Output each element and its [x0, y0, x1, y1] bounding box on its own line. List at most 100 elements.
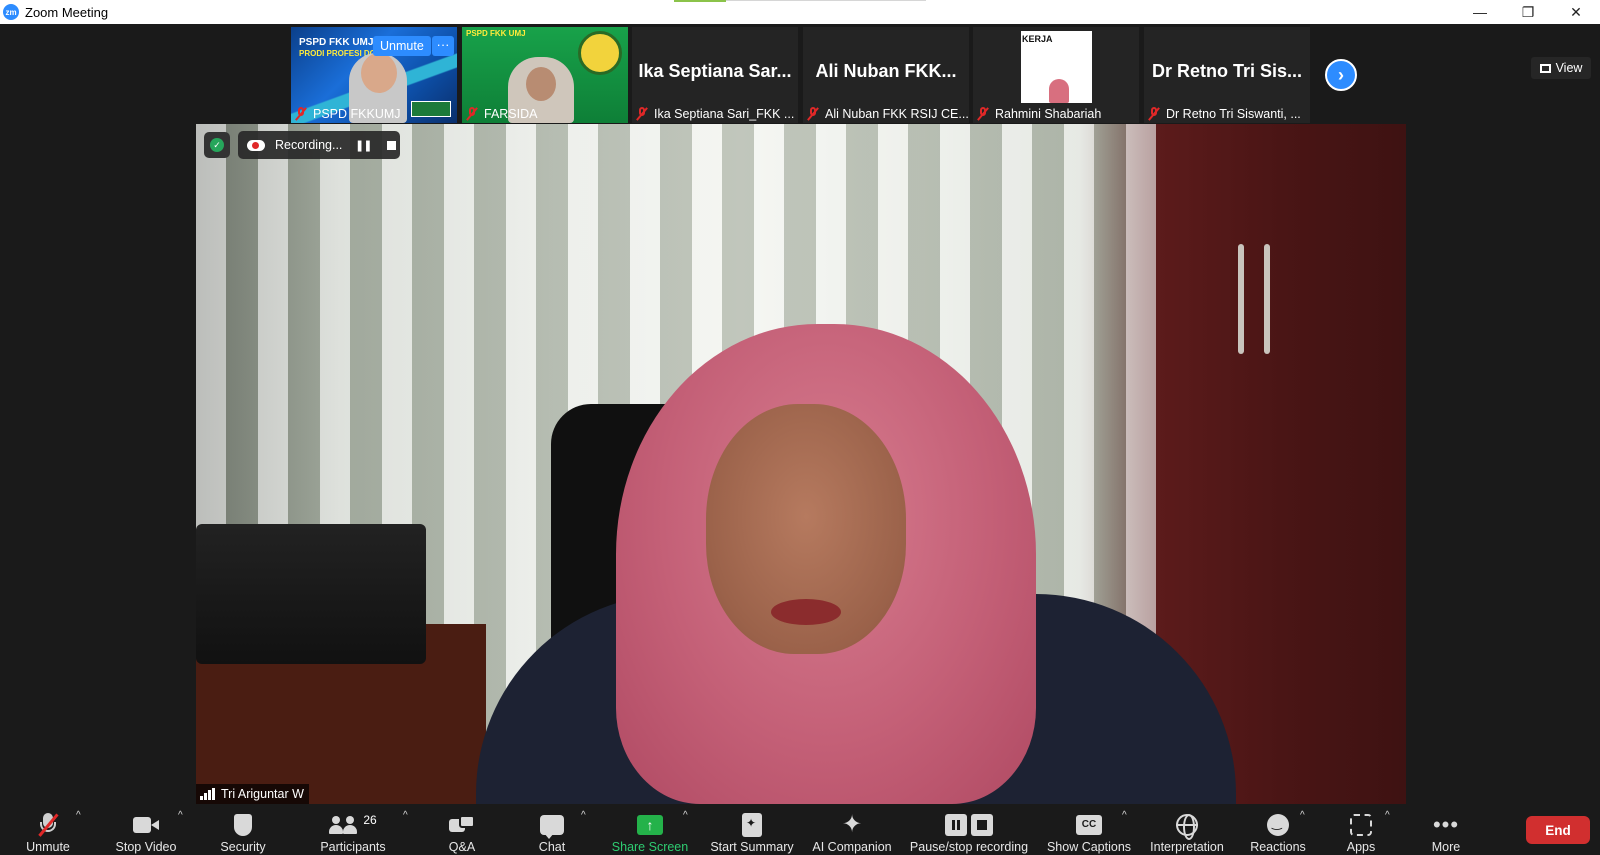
zoom-logo-icon: zm: [3, 4, 19, 20]
captions-options-caret[interactable]: ^: [1122, 810, 1127, 821]
cloud-recording-icon: [247, 139, 265, 151]
participant-nameplate: Rahmini Shabariah: [977, 107, 1101, 121]
speaker-nameplate: Tri Ariguntar W: [196, 784, 309, 804]
title-accent: [674, 0, 726, 2]
start-summary-button[interactable]: Start Summary: [708, 806, 796, 854]
participant-big-name: Dr Retno Tri Sis...: [1151, 61, 1303, 81]
participant-name: Ika Septiana Sari_FKK ...: [654, 107, 795, 121]
more-button[interactable]: ••• More: [1428, 806, 1464, 855]
more-dots-icon: •••: [1432, 812, 1460, 837]
mic-muted-icon: [295, 107, 307, 121]
summary-icon: [742, 813, 762, 837]
security-shield-icon[interactable]: ✓: [204, 132, 230, 158]
participant-tile[interactable]: Ali Nuban FKK... Ali Nuban FKK RSIJ CE..…: [803, 27, 969, 123]
recording-label: Recording...: [275, 138, 343, 152]
globe-icon: [1176, 814, 1198, 840]
pause-recording-icon[interactable]: ❚❚: [355, 139, 372, 152]
participants-button[interactable]: 26 Participants: [316, 806, 390, 854]
share-screen-button[interactable]: ↑ Share Screen: [611, 806, 689, 854]
participant-name: FARSIDA: [484, 107, 538, 121]
security-button[interactable]: Security: [213, 806, 273, 854]
apps-icon: [1350, 814, 1372, 836]
participant-nameplate: Ali Nuban FKK RSIJ CE...: [807, 107, 969, 121]
share-options-caret[interactable]: ^: [683, 810, 688, 821]
chat-button[interactable]: Chat: [535, 806, 569, 854]
apps-options-caret[interactable]: ^: [1385, 810, 1390, 821]
view-button[interactable]: View: [1531, 57, 1591, 79]
window-controls: — ❐ ✕: [1456, 0, 1600, 24]
video-camera-icon: [133, 817, 159, 833]
speaker-name: Tri Ariguntar W: [221, 787, 304, 801]
chat-options-caret[interactable]: ^: [581, 810, 586, 821]
participant-tile[interactable]: PSPD FKK UMJ PRODI PROFESI DOKTER Unmute…: [291, 27, 457, 123]
recording-indicator: Recording... ❚❚: [238, 131, 400, 159]
active-speaker-video: ✓ Recording... ❚❚ Tri Ariguntar W: [196, 124, 1406, 804]
mic-muted-icon: [977, 107, 989, 121]
participant-big-name: Ika Septiana Sar...: [638, 61, 792, 81]
title-bar: zm Zoom Meeting — ❐ ✕: [0, 0, 1600, 24]
gallery-strip: PSPD FKK UMJ PRODI PROFESI DOKTER Unmute…: [0, 24, 1600, 124]
audio-options-caret[interactable]: ^: [76, 810, 81, 821]
stop-recording-icon[interactable]: [387, 140, 397, 150]
close-button[interactable]: ✕: [1552, 0, 1600, 24]
participant-nameplate: Ika Septiana Sari_FKK ...: [636, 107, 794, 121]
qa-button[interactable]: Q&A: [442, 806, 482, 854]
chat-bubble-icon: [540, 815, 564, 839]
view-label: View: [1555, 61, 1583, 75]
show-captions-button[interactable]: CC Show Captions: [1046, 806, 1132, 854]
next-page-arrow-icon[interactable]: ›: [1325, 59, 1357, 91]
window-title: Zoom Meeting: [25, 4, 109, 20]
pause-stop-recording-button[interactable]: Pause/stop recording: [907, 806, 1031, 854]
participant-tile[interactable]: PSPD FKK UMJ FARSIDA: [462, 27, 628, 123]
shield-icon: [234, 814, 252, 836]
unmute-button[interactable]: Unmute: [18, 806, 78, 854]
participant-name: Rahmini Shabariah: [995, 107, 1102, 121]
title-accent-line: [726, 0, 926, 1]
video-options-caret[interactable]: ^: [178, 810, 183, 821]
participant-nameplate: Dr Retno Tri Siswanti, ...: [1148, 107, 1301, 121]
participants-icon: 26: [329, 813, 377, 834]
qa-icon: [449, 815, 475, 835]
pause-stop-recording-icon: [943, 814, 995, 836]
minimize-button[interactable]: —: [1456, 0, 1504, 24]
slide-header: PSPD FKK UMJ: [466, 29, 526, 38]
mic-muted-icon: [636, 107, 648, 121]
slide-logo: [411, 101, 451, 117]
signal-strength-icon: [200, 788, 216, 800]
smiley-icon: [1267, 814, 1289, 836]
participants-options-caret[interactable]: ^: [403, 810, 408, 821]
ai-sparkle-icon: ✦: [841, 811, 863, 838]
participant-name: Dr Retno Tri Siswanti, ...: [1166, 107, 1301, 121]
gallery-grid-icon: [1539, 63, 1551, 73]
reactions-options-caret[interactable]: ^: [1300, 810, 1305, 821]
interpretation-button[interactable]: Interpretation: [1145, 806, 1229, 854]
university-seal-icon: [578, 31, 622, 75]
printer: [196, 524, 426, 664]
apps-button[interactable]: Apps: [1344, 806, 1378, 854]
tile-unmute-button[interactable]: Unmute: [373, 36, 431, 56]
meeting-toolbar: Unmute ^ Stop Video ^ Security 26 Partic…: [0, 804, 1600, 855]
mic-muted-icon: [37, 813, 59, 837]
participant-tile[interactable]: KERJA Rahmini Shabariah: [973, 27, 1139, 123]
participant-tile[interactable]: Dr Retno Tri Sis... Dr Retno Tri Siswant…: [1144, 27, 1310, 123]
slide-title: KERJA: [1022, 34, 1053, 44]
participant-name: PSPD FKKUMJ: [313, 107, 401, 121]
restore-button[interactable]: ❐: [1504, 0, 1552, 24]
end-meeting-button[interactable]: End: [1526, 816, 1590, 844]
participant-nameplate: FARSIDA: [466, 107, 538, 121]
tile-more-button[interactable]: ···: [432, 36, 454, 56]
share-screen-icon: ↑: [637, 815, 663, 835]
slide-header: PSPD FKK UMJ: [299, 37, 374, 48]
closed-captions-icon: CC: [1076, 815, 1102, 835]
participant-name: Ali Nuban FKK RSIJ CE...: [825, 107, 969, 121]
participant-nameplate: PSPD FKKUMJ: [295, 107, 401, 121]
ai-companion-button[interactable]: ✦ AI Companion: [810, 806, 894, 855]
mic-muted-icon: [1148, 107, 1160, 121]
participants-count: 26: [363, 813, 377, 827]
participant-tile[interactable]: Ika Septiana Sar... Ika Septiana Sari_FK…: [632, 27, 798, 123]
participant-big-name: Ali Nuban FKK...: [815, 61, 957, 81]
shared-slide: KERJA: [1021, 31, 1092, 103]
mic-muted-icon: [466, 107, 478, 121]
stop-video-button[interactable]: Stop Video: [108, 806, 184, 854]
mic-muted-icon: [807, 107, 819, 121]
